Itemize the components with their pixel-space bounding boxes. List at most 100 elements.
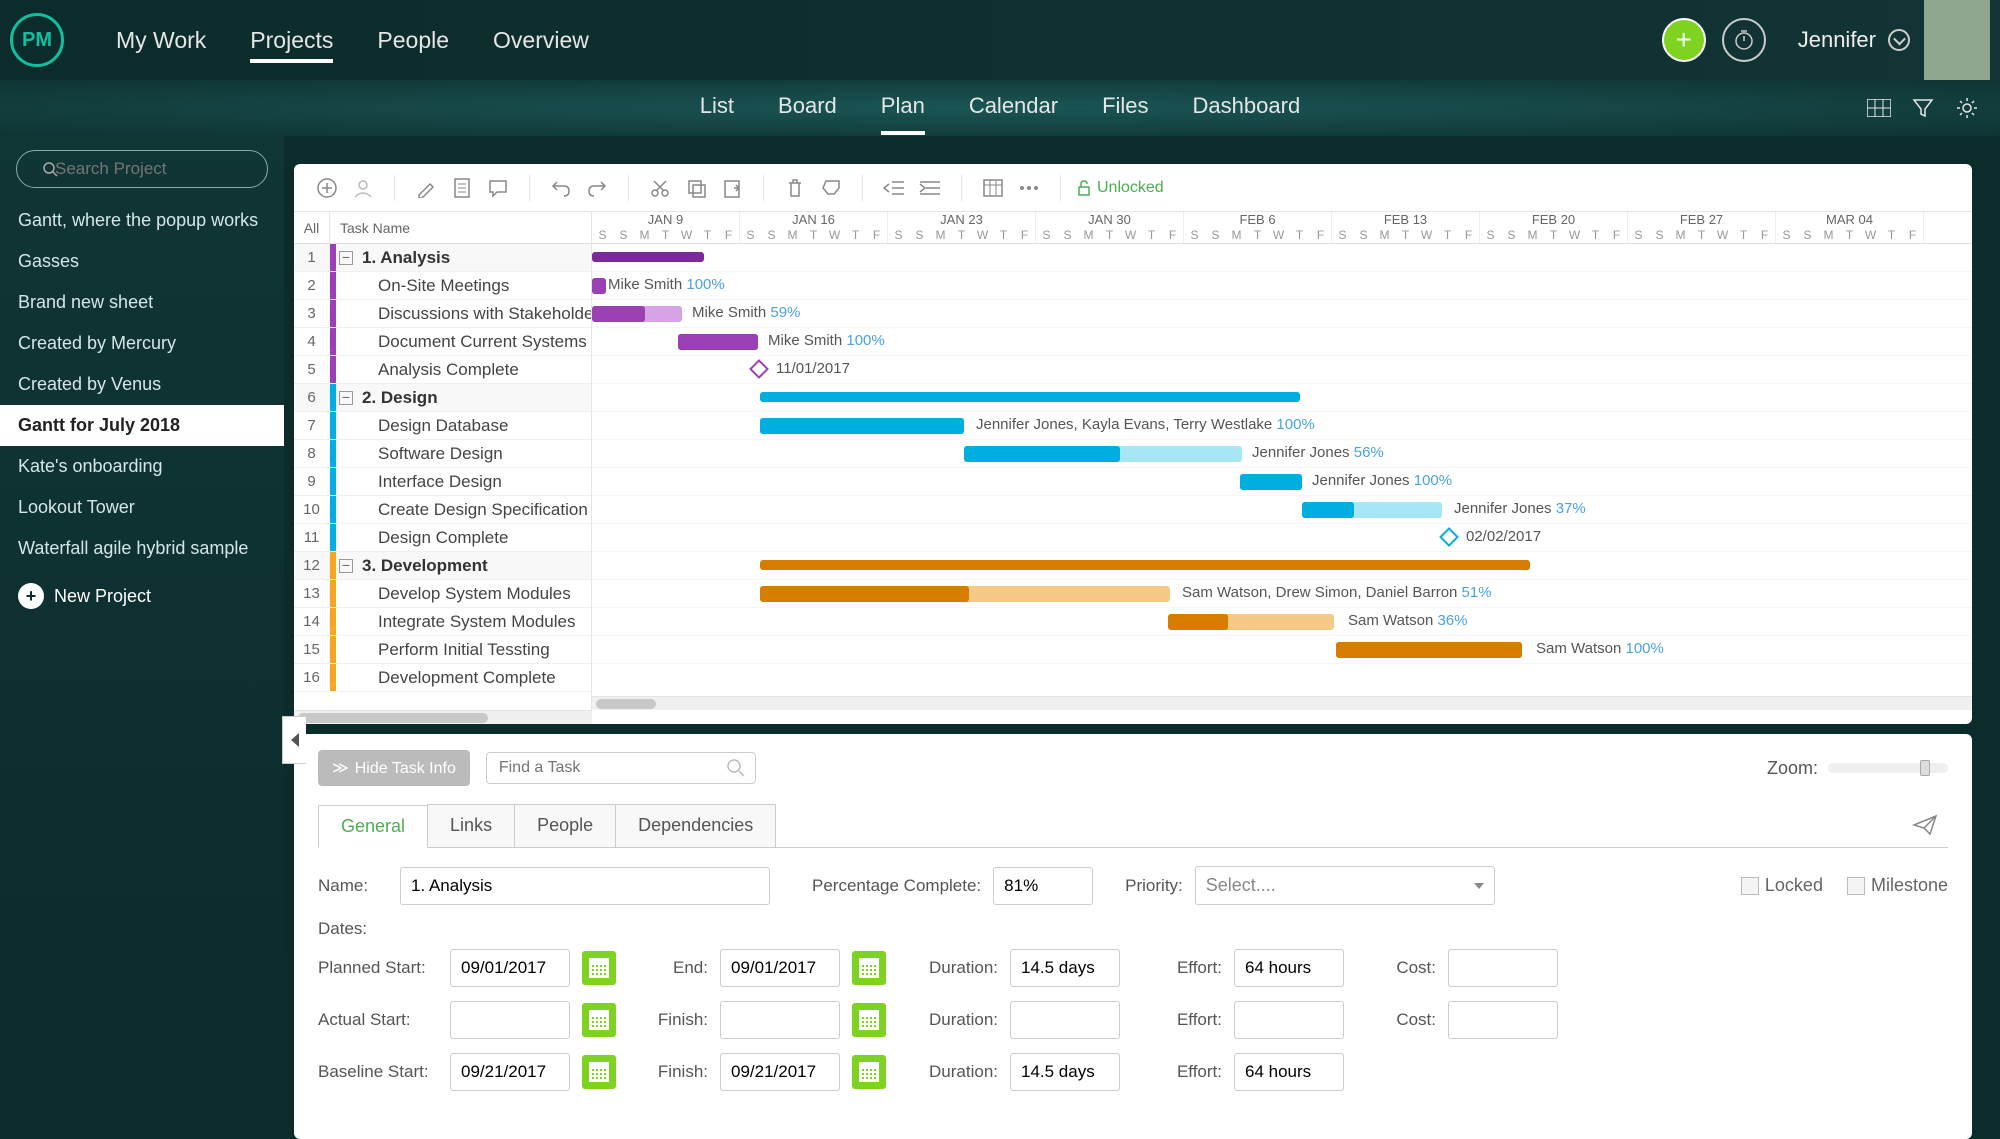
gantt-row[interactable]: Jennifer Jones 37%	[592, 496, 1972, 524]
gantt-row[interactable]: Sam Watson 100%	[592, 636, 1972, 664]
subnav-item-calendar[interactable]: Calendar	[969, 81, 1058, 135]
global-add-button[interactable]: +	[1662, 18, 1706, 62]
copy-button[interactable]	[681, 173, 711, 203]
lock-status[interactable]: Unlocked	[1077, 179, 1164, 197]
sidebar-item[interactable]: Gasses	[0, 241, 284, 282]
duration-input[interactable]	[1010, 949, 1120, 987]
gantt-row[interactable]: 02/02/2017	[592, 524, 1972, 552]
task-row[interactable]: 4Document Current Systems	[294, 328, 591, 356]
task-row[interactable]: 11Design Complete	[294, 524, 591, 552]
collapse-sidebar-button[interactable]	[282, 716, 306, 764]
undo-button[interactable]	[546, 173, 576, 203]
subnav-item-dashboard[interactable]: Dashboard	[1193, 81, 1301, 135]
gantt-row[interactable]: Sam Watson, Drew Simon, Daniel Barron 51…	[592, 580, 1972, 608]
priority-select[interactable]: Select....	[1195, 866, 1495, 905]
effort-input[interactable]	[1234, 949, 1344, 987]
date-input[interactable]	[720, 949, 840, 987]
topnav-item-projects[interactable]: Projects	[250, 27, 333, 63]
task-row[interactable]: 62. Design	[294, 384, 591, 412]
task-row[interactable]: 9Interface Design	[294, 468, 591, 496]
topnav-item-my-work[interactable]: My Work	[116, 27, 206, 59]
sidebar-item[interactable]: Lookout Tower	[0, 487, 284, 528]
delete-button[interactable]	[780, 173, 810, 203]
effort-input[interactable]	[1234, 1001, 1344, 1039]
all-header[interactable]: All	[294, 212, 330, 243]
horizontal-scrollbar[interactable]	[592, 696, 1972, 710]
paste-button[interactable]	[717, 173, 747, 203]
sidebar-item[interactable]: Gantt for July 2018	[0, 405, 284, 446]
sidebar-item[interactable]: Waterfall agile hybrid sample	[0, 528, 284, 569]
notes-button[interactable]	[447, 173, 477, 203]
zoom-slider[interactable]	[1828, 763, 1948, 773]
calendar-icon[interactable]	[582, 951, 616, 985]
effort-input[interactable]	[1234, 1053, 1344, 1091]
task-row[interactable]: 2On-Site Meetings	[294, 272, 591, 300]
columns-button[interactable]	[978, 173, 1008, 203]
cost-input[interactable]	[1448, 949, 1558, 987]
redo-button[interactable]	[582, 173, 612, 203]
task-row[interactable]: 15Perform Initial Tessting	[294, 636, 591, 664]
gantt-row[interactable]: Sam Watson 36%	[592, 608, 1972, 636]
clear-formatting-button[interactable]	[816, 173, 846, 203]
task-row[interactable]: 123. Development	[294, 552, 591, 580]
timer-button[interactable]	[1722, 18, 1766, 62]
sidebar-item[interactable]: Kate's onboarding	[0, 446, 284, 487]
more-button[interactable]	[1014, 173, 1044, 203]
task-name-input[interactable]	[400, 867, 770, 905]
user-name[interactable]: Jennifer	[1798, 27, 1876, 53]
calendar-icon[interactable]	[582, 1003, 616, 1037]
new-project-button[interactable]: + New Project	[0, 569, 284, 623]
sidebar-item[interactable]: Created by Mercury	[0, 323, 284, 364]
topnav-item-overview[interactable]: Overview	[493, 27, 589, 59]
sidebar-item[interactable]: Gantt, where the popup works	[0, 200, 284, 241]
task-row[interactable]: 16Development Complete	[294, 664, 591, 692]
task-row[interactable]: 13Develop System Modules	[294, 580, 591, 608]
find-task-input[interactable]	[486, 752, 756, 784]
task-row[interactable]: 5Analysis Complete	[294, 356, 591, 384]
task-row[interactable]: 14Integrate System Modules	[294, 608, 591, 636]
sidebar-item[interactable]: Created by Venus	[0, 364, 284, 405]
gantt-row[interactable]: Mike Smith 100%	[592, 272, 1972, 300]
task-row[interactable]: 8Software Design	[294, 440, 591, 468]
date-input[interactable]	[450, 1001, 570, 1039]
date-input[interactable]	[450, 949, 570, 987]
grid-view-icon[interactable]	[1866, 95, 1892, 121]
cut-button[interactable]	[645, 173, 675, 203]
duration-input[interactable]	[1010, 1053, 1120, 1091]
assign-user-button[interactable]	[348, 173, 378, 203]
pct-input[interactable]	[993, 867, 1093, 905]
gantt-row[interactable]: Mike Smith 59%	[592, 300, 1972, 328]
milestone-checkbox[interactable]: Milestone	[1847, 875, 1948, 896]
gantt-chart[interactable]: JAN 9SSMTWTFJAN 16SSMTWTFJAN 23SSMTWTFJA…	[592, 212, 1972, 710]
task-row[interactable]: 3Discussions with Stakeholders	[294, 300, 591, 328]
date-input[interactable]	[720, 1053, 840, 1091]
subnav-item-board[interactable]: Board	[778, 81, 837, 135]
outdent-button[interactable]	[879, 173, 909, 203]
tab-general[interactable]: General	[318, 805, 428, 848]
indent-button[interactable]	[915, 173, 945, 203]
calendar-icon[interactable]	[852, 1003, 886, 1037]
date-input[interactable]	[720, 1001, 840, 1039]
gantt-row[interactable]: Jennifer Jones, Kayla Evans, Terry Westl…	[592, 412, 1972, 440]
gear-icon[interactable]	[1954, 95, 1980, 121]
subnav-item-files[interactable]: Files	[1102, 81, 1148, 135]
gantt-row[interactable]	[592, 384, 1972, 412]
tab-dependencies[interactable]: Dependencies	[615, 804, 776, 847]
hide-task-info-button[interactable]: ≫Hide Task Info	[318, 750, 470, 786]
edit-button[interactable]	[411, 173, 441, 203]
calendar-icon[interactable]	[582, 1055, 616, 1089]
add-task-button[interactable]	[312, 173, 342, 203]
task-scrollbar[interactable]	[294, 710, 592, 724]
gantt-row[interactable]: Mike Smith 100%	[592, 328, 1972, 356]
gantt-row[interactable]: Jennifer Jones 100%	[592, 468, 1972, 496]
topnav-item-people[interactable]: People	[377, 27, 449, 59]
sidebar-item[interactable]: Brand new sheet	[0, 282, 284, 323]
task-row[interactable]: 11. Analysis	[294, 244, 591, 272]
calendar-icon[interactable]	[852, 951, 886, 985]
calendar-icon[interactable]	[852, 1055, 886, 1089]
user-menu-dropdown[interactable]	[1888, 29, 1910, 51]
send-icon[interactable]	[1902, 804, 1948, 847]
cost-input[interactable]	[1448, 1001, 1558, 1039]
locked-checkbox[interactable]: Locked	[1741, 875, 1823, 896]
task-row[interactable]: 7Design Database	[294, 412, 591, 440]
